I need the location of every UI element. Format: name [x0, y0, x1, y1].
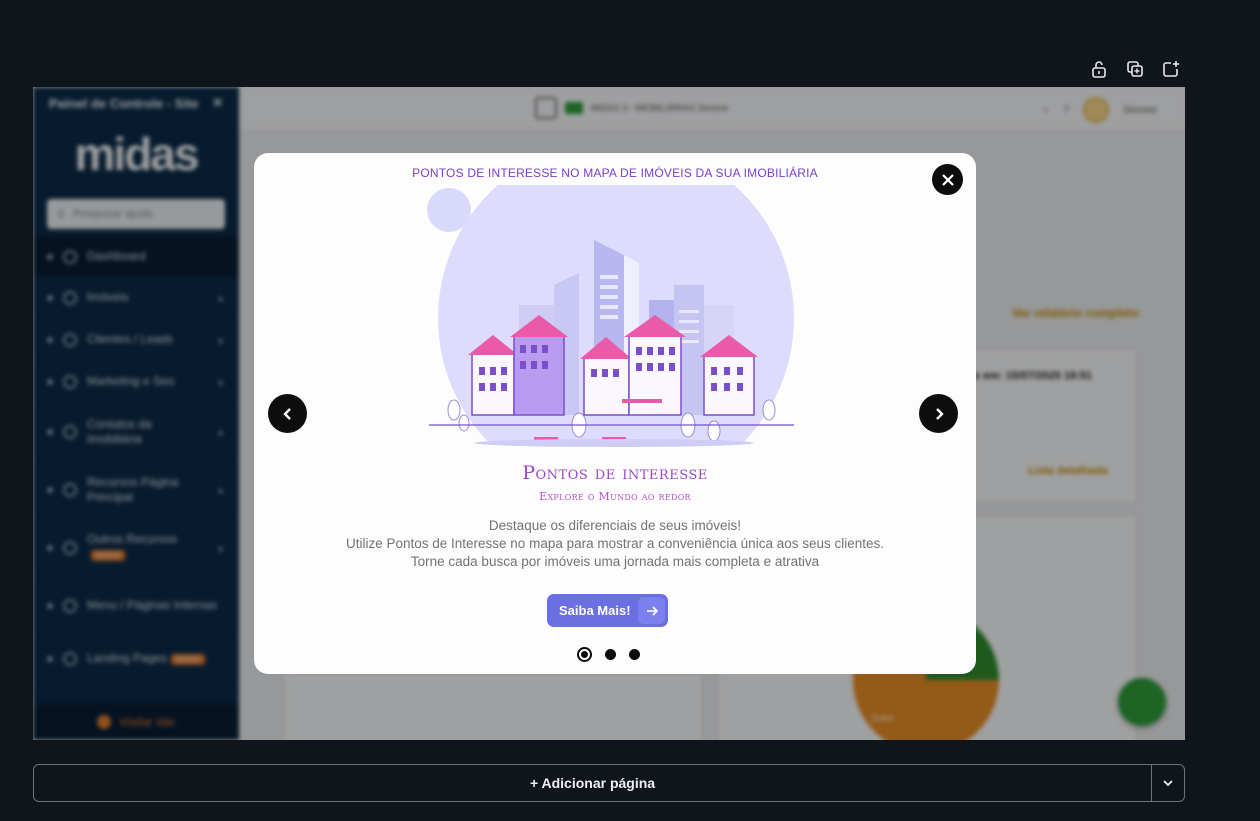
city-illustration: [424, 185, 804, 465]
slide-description: Destaque os diferenciais de seus imóveis…: [254, 517, 976, 571]
add-page-label: + Adicionar página: [529, 775, 656, 791]
arrow-right-icon: [638, 597, 665, 624]
carousel-dot-1[interactable]: [577, 647, 592, 662]
carousel-dot-2[interactable]: [605, 649, 616, 660]
slide-title: Pontos de interesse: [522, 462, 708, 484]
learn-more-button[interactable]: Saiba Mais!: [547, 594, 668, 627]
close-icon: [941, 173, 954, 186]
description-line: Torne cada busca por imóveis uma jornada…: [410, 554, 820, 569]
chevron-right-icon: [935, 407, 944, 420]
learn-more-label: Saiba Mais!: [559, 603, 631, 618]
description-line: Destaque os diferenciais de seus imóveis…: [488, 518, 742, 533]
chevron-down-icon: [1163, 780, 1173, 787]
modal-header: PONTOS DE INTERESSE NO MAPA DE IMÓVEIS D…: [412, 166, 818, 180]
prev-slide-button[interactable]: [268, 394, 307, 433]
close-button[interactable]: [932, 164, 963, 195]
chevron-left-icon: [282, 407, 291, 420]
add-page-dropdown[interactable]: [1151, 764, 1185, 802]
add-page-button[interactable]: + Adicionar página: [33, 764, 1152, 802]
page-preview-frame: Painel de Controle - Site ✕ midas ⚲ Pesq…: [33, 87, 1185, 740]
next-slide-button[interactable]: [919, 394, 958, 433]
external-icon[interactable]: [1160, 58, 1182, 80]
promo-modal: PONTOS DE INTERESSE NO MAPA DE IMÓVEIS D…: [254, 153, 976, 674]
unlock-icon[interactable]: [1088, 58, 1110, 80]
slide-subtitle: Explore o Mundo ao redor: [539, 490, 691, 503]
description-line: Utilize Pontos de Interesse no mapa para…: [345, 536, 885, 551]
duplicate-icon[interactable]: [1124, 58, 1146, 80]
carousel-dot-3[interactable]: [629, 649, 640, 660]
carousel-dots: [577, 647, 640, 662]
editor-toolbar: [1088, 58, 1182, 80]
